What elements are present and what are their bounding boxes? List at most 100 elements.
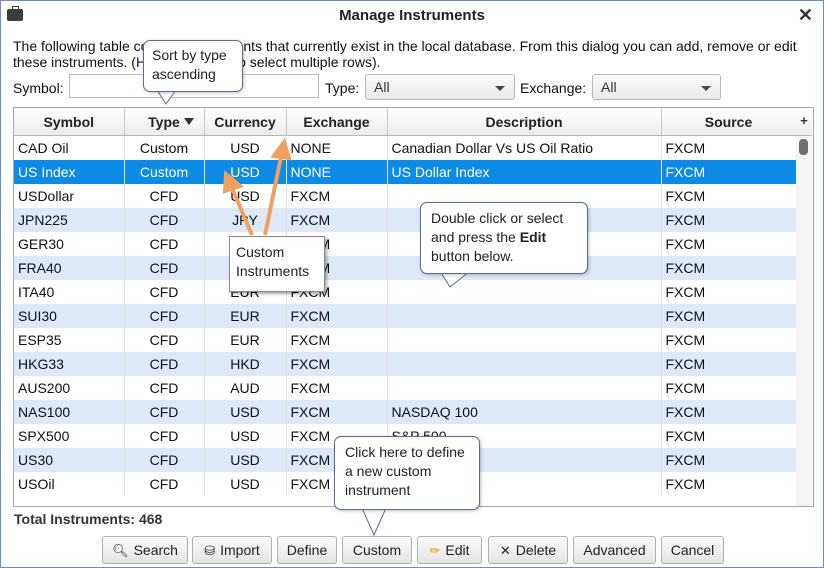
cell-exchange: NONE [286, 160, 388, 184]
exchange-select-value: All [601, 79, 617, 95]
cell-type: Custom [124, 160, 205, 184]
sort-callout: Sort by type ascending [143, 40, 243, 92]
cell-source: FXCM [661, 256, 797, 280]
table-row[interactable]: GER30CFDEURFXCMFXCM [14, 232, 797, 256]
cell-symbol: JPN225 [14, 208, 125, 232]
type-select-value: All [374, 79, 390, 95]
cell-currency: USD [204, 400, 287, 424]
cell-symbol: SUI30 [14, 304, 125, 328]
exchange-select[interactable]: All [592, 74, 721, 100]
cell-source: FXCM [661, 352, 797, 376]
cell-exchange: FXCM [286, 184, 388, 208]
x-icon: ✕ [499, 543, 511, 558]
title-bar: Manage Instruments ✕ [1, 1, 823, 31]
table-row[interactable]: CAD Oil Custom USD NONE Canadian Dollar Vs U… [14, 135, 797, 160]
edit-button-label: Edit [445, 542, 470, 558]
cell-exchange: FXCM [286, 400, 388, 424]
cell-type: CFD [124, 448, 205, 472]
delete-button[interactable]: ✕ Delete [488, 536, 568, 564]
cell-symbol: ESP35 [14, 328, 125, 352]
table-row[interactable]: AUS200 CFD AUD FXCM FXCM [14, 376, 797, 400]
pencil-icon: ✏︎ [429, 543, 441, 558]
cell-description: Canadian Dollar Vs US Oil Ratio [387, 135, 662, 160]
sort-descending-icon [183, 118, 194, 125]
column-header-description[interactable]: Description [387, 108, 662, 136]
cell-exchange: FXCM [286, 352, 388, 376]
table-row[interactable]: JPN225 CFD JPY FXCM FXCM [14, 208, 797, 232]
cell-type: CFD [124, 400, 205, 424]
cell-exchange: NONE [286, 135, 388, 160]
cell-symbol: NAS100 [14, 400, 125, 424]
edit-button[interactable]: ✏︎ Edit [417, 536, 482, 564]
cell-type: CFD [124, 280, 205, 304]
cell-symbol: US Index [14, 160, 125, 184]
column-header-currency[interactable]: Currency [204, 108, 287, 136]
add-column-icon[interactable]: + [796, 108, 812, 136]
column-header-exchange[interactable]: Exchange [286, 108, 388, 136]
define-button[interactable]: Define [277, 536, 337, 564]
custom-button[interactable]: Custom [342, 536, 412, 564]
cell-type: CFD [124, 208, 205, 232]
type-select[interactable]: All [365, 74, 515, 100]
cell-symbol: FRA40 [14, 256, 125, 280]
cell-currency: USD [204, 160, 287, 184]
cell-source: FXCM [661, 424, 797, 448]
column-header-source[interactable]: Source [661, 108, 797, 136]
search-button[interactable]: 🔍︎ Search [102, 536, 188, 564]
advanced-button[interactable]: Advanced [573, 536, 656, 564]
cell-source: FXCM [661, 304, 797, 328]
cell-source: FXCM [661, 160, 797, 184]
cancel-button[interactable]: Cancel [661, 536, 724, 564]
vertical-scrollbar[interactable] [796, 136, 812, 506]
cell-source: FXCM [661, 184, 797, 208]
table-row[interactable]: ESP35 CFD EUR FXCM FXCM [14, 328, 797, 352]
chevron-down-icon [701, 86, 711, 91]
cell-description [387, 352, 662, 376]
cell-exchange: FXCM [286, 304, 388, 328]
cell-description: NASDAQ 100 [387, 400, 662, 424]
cell-currency: USD [204, 135, 287, 160]
cell-currency: HKD [204, 352, 287, 376]
edit-callout: Double click or select and press the Edi… [420, 202, 588, 274]
table-row[interactable]: HKG33 CFD HKD FXCM FXCM [14, 352, 797, 376]
table-row[interactable]: ITA40 CFD EUR FXCM FXCM [14, 280, 797, 304]
table-row[interactable]: USDollar CFD USD FXCM FXCM [14, 184, 797, 208]
cell-symbol: HKG33 [14, 352, 125, 376]
filter-bar: Symbol: Type: All Exchange: All [13, 74, 813, 100]
column-header-symbol[interactable]: Symbol [14, 108, 125, 136]
cell-type: CFD [124, 376, 205, 400]
cell-symbol: USDollar [14, 184, 125, 208]
cell-symbol: CAD Oil [14, 135, 125, 160]
cell-symbol: USOil [14, 472, 125, 496]
cell-description [387, 304, 662, 328]
intro-text: The following table contains instruments… [13, 38, 797, 70]
cell-type: CFD [124, 256, 205, 280]
column-header-type[interactable]: Type [124, 108, 205, 136]
cell-type: CFD [124, 232, 205, 256]
cell-symbol: US30 [14, 448, 125, 472]
cell-type: CFD [124, 328, 205, 352]
table-row[interactable]: US Index Custom USD NONE US Dollar Index FXCM [14, 160, 797, 184]
button-row: 🔍︎ Search ⛁ Import Define Custom ✏︎ Edit ✕ D… [1, 536, 824, 564]
custom-callout: Click here to define a new custom instru… [334, 436, 480, 510]
cell-source: FXCM [661, 472, 797, 496]
import-button[interactable]: ⛁ Import [192, 536, 272, 564]
column-header-type-label: Type [148, 113, 180, 130]
cell-currency: USD [204, 424, 287, 448]
cell-type: CFD [124, 304, 205, 328]
close-icon[interactable]: ✕ [798, 5, 813, 26]
cell-currency: USD [204, 472, 287, 496]
cell-description [387, 328, 662, 352]
search-button-label: Search [133, 542, 178, 558]
cell-source: FXCM [661, 376, 797, 400]
table-row[interactable]: FRA40CFDEURFXCMFXCM [14, 256, 797, 280]
scrollbar-thumb[interactable] [799, 139, 808, 155]
cell-currency: JPY [204, 208, 287, 232]
cell-source: FXCM [661, 400, 797, 424]
table-row[interactable]: NAS100 CFD USD FXCM NASDAQ 100 FXCM [14, 400, 797, 424]
cell-source: FXCM [661, 328, 797, 352]
table-row[interactable]: SUI30 CFD EUR FXCM FXCM [14, 304, 797, 328]
cell-description: US Dollar Index [387, 160, 662, 184]
edit-callout-bold: Edit [519, 229, 547, 245]
edit-callout-text-2: button below. [431, 248, 514, 264]
